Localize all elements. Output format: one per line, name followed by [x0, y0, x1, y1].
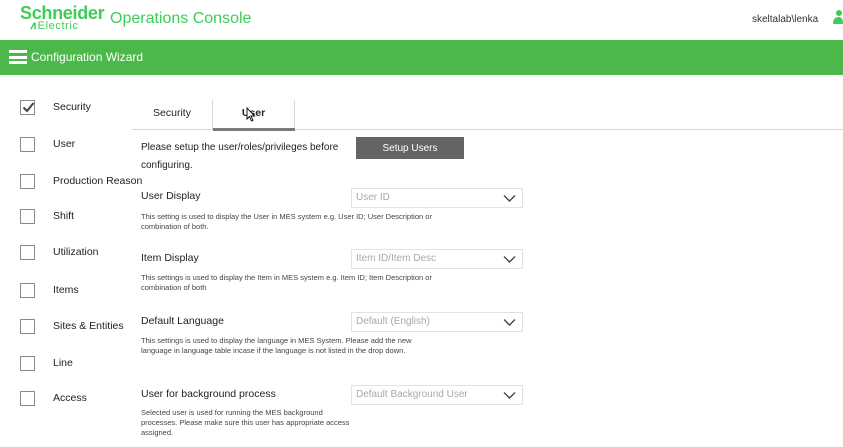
- app-header: Schneider ∧Electric Operations Console s…: [0, 0, 843, 40]
- checkbox[interactable]: [20, 390, 35, 406]
- sidebar-item-label: Utilization: [53, 246, 99, 258]
- sidebar-item-label: Security: [53, 101, 91, 113]
- sidebar-item-label: Items: [53, 284, 79, 296]
- chevron-down-icon: [503, 392, 516, 399]
- tab-bar: Security User: [132, 100, 843, 131]
- user-display-select[interactable]: User ID: [351, 188, 523, 208]
- dropdown-value: Default Background User: [356, 389, 468, 400]
- mouse-cursor-icon: [246, 107, 256, 122]
- sidebar-item-label: Line: [53, 357, 73, 369]
- sidebar-item-utilization[interactable]: Utilization: [20, 242, 99, 262]
- checkbox[interactable]: [20, 208, 35, 224]
- background-user-description: Selected user is used for running the ME…: [141, 408, 350, 437]
- sidebar-item-items[interactable]: Items: [20, 280, 79, 300]
- sidebar-item-label: Sites & Entities: [53, 320, 124, 332]
- app-title: Operations Console: [110, 10, 252, 27]
- sidebar-item-access[interactable]: Access: [20, 388, 87, 408]
- sidebar-item-line[interactable]: Line: [20, 353, 73, 373]
- setup-intro-text: Please setup the user/roles/privileges b…: [141, 142, 339, 171]
- dropdown-value: User ID: [356, 192, 390, 203]
- hamburger-menu-icon[interactable]: [9, 50, 27, 64]
- chevron-down-icon: [503, 256, 516, 263]
- user-display-description: This setting is used to display the User…: [141, 212, 432, 231]
- checkbox[interactable]: [20, 173, 35, 189]
- sidebar-item-label: Shift: [53, 210, 75, 222]
- wizard-bar: Configuration Wizard: [0, 40, 843, 75]
- tab-security[interactable]: Security: [132, 100, 213, 130]
- chevron-down-icon: [503, 195, 516, 202]
- background-user-select[interactable]: Default Background User: [351, 385, 523, 405]
- dropdown-value: Item ID/Item Desc: [356, 253, 437, 264]
- sidebar-item-sites-entities[interactable]: Sites & Entities: [20, 316, 124, 336]
- item-display-select[interactable]: Item ID/Item Desc: [351, 249, 523, 269]
- default-language-label: Default Language: [141, 315, 224, 327]
- user-display-label: User Display: [141, 190, 201, 202]
- checkbox[interactable]: [20, 282, 35, 298]
- default-language-select[interactable]: Default (English): [351, 312, 523, 332]
- checkbox-checked[interactable]: [20, 99, 35, 115]
- wizard-title: Configuration Wizard: [31, 50, 144, 64]
- item-display-label: Item Display: [141, 252, 199, 264]
- sidebar-item-production-reason[interactable]: Production Reason: [20, 171, 142, 191]
- sidebar-item-user[interactable]: User: [20, 134, 75, 154]
- sidebar-item-label: User: [53, 138, 76, 150]
- checkbox[interactable]: [20, 318, 35, 334]
- default-language-description: This settings is used to display the lan…: [141, 336, 412, 355]
- checkbox[interactable]: [20, 136, 35, 152]
- schneider-electric-logo: Schneider ∧Electric: [20, 4, 105, 32]
- current-user-name: skeltalab\lenka: [752, 14, 819, 25]
- checkbox[interactable]: [20, 244, 35, 260]
- sidebar-item-shift[interactable]: Shift: [20, 206, 74, 226]
- sidebar-item-security[interactable]: Security: [20, 97, 91, 117]
- sidebar-item-label: Access: [53, 392, 87, 404]
- checkbox[interactable]: [20, 355, 35, 371]
- user-avatar-icon[interactable]: [832, 9, 843, 25]
- dropdown-value: Default (English): [356, 316, 430, 327]
- setup-users-button[interactable]: Setup Users: [356, 137, 464, 159]
- item-display-description: This settings is used to display the Ite…: [141, 273, 432, 292]
- chevron-down-icon: [503, 319, 516, 326]
- background-user-label: User for background process: [141, 388, 276, 400]
- checkmark-icon: [22, 101, 35, 112]
- sidebar-item-label: Production Reason: [53, 175, 143, 187]
- wizard-steps-sidebar: Security User Production Reason Shift Ut…: [0, 75, 142, 447]
